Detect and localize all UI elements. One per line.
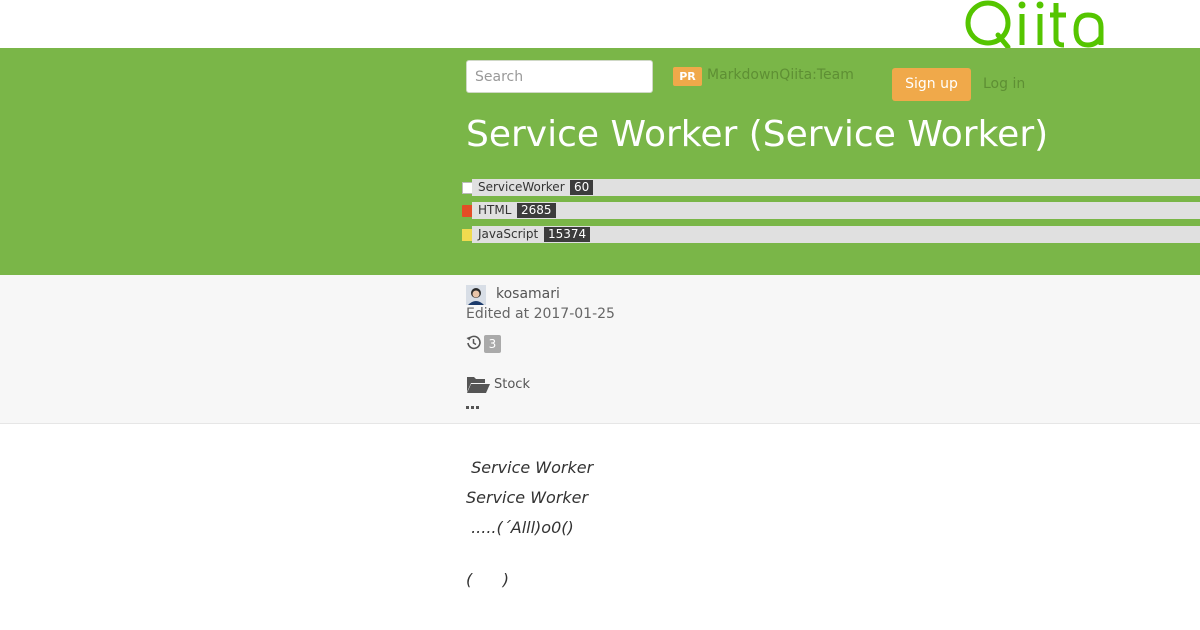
stock-button-label[interactable]: Stock [494,376,530,393]
tag-item[interactable]: HTML 2685 [462,202,1200,219]
article-body-line: ( ) [466,570,509,589]
author-name[interactable]: kosamari [496,285,560,303]
article-meta-panel [0,275,1200,424]
search-input[interactable] [466,60,653,93]
log-in-link[interactable]: Log in [983,75,1025,93]
article-body-line: .....(´Alll)o0() [466,518,574,537]
folder-open-icon[interactable] [466,375,491,394]
sign-up-button[interactable]: Sign up [892,68,971,101]
tag-name[interactable]: JavaScript [478,226,538,243]
history-icon[interactable] [466,335,481,350]
article-body-line: Service Worker [466,458,594,477]
more-options-icon[interactable] [466,397,480,409]
article-body-line: Service Worker [466,488,589,507]
pr-badge: PR [673,67,702,86]
tag-name[interactable]: ServiceWorker [478,179,565,196]
tag-item[interactable]: JavaScript 15374 [462,226,1200,243]
tag-count: 60 [570,180,594,195]
tag-count: 2685 [517,203,556,218]
tag-count: 15374 [544,227,591,242]
revision-count-badge[interactable]: 3 [484,335,501,353]
article-title: Service Worker (Service Worker) [466,114,1049,155]
qiita-logo[interactable] [964,0,1109,49]
top-bar [0,0,1200,49]
tag-item[interactable]: ServiceWorker 60 [462,179,1200,196]
avatar[interactable] [466,285,486,305]
tag-name[interactable]: HTML [478,202,511,219]
pr-link[interactable]: MarkdownQiita:Team [707,66,854,84]
edited-date: Edited at 2017-01-25 [466,306,615,322]
tag-bar [472,202,1200,219]
